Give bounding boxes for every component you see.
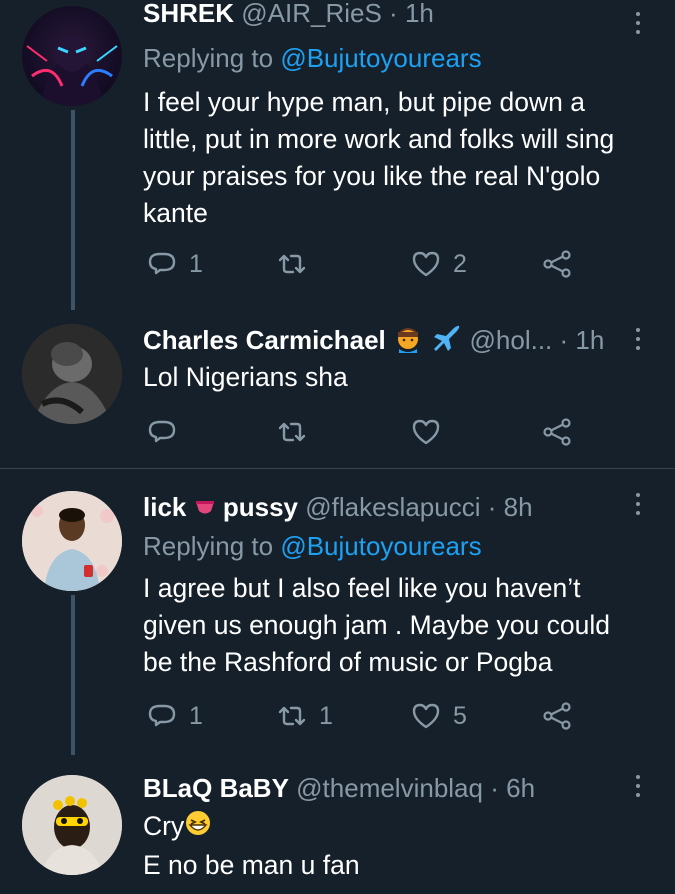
share-icon <box>543 702 571 730</box>
tweet-text-line: I agree but I also feel like you haven’t <box>143 573 581 603</box>
retweet-icon <box>278 422 306 442</box>
tweet-text-line: kante <box>143 198 208 228</box>
display-name-part2[interactable]: pussy <box>223 492 298 522</box>
tweet-text-line: Lol Nigerians sha <box>143 362 348 392</box>
separator-dot: · <box>487 492 497 522</box>
tweet-text-line: I feel your hype man, but pipe down a <box>143 87 585 117</box>
user-handle[interactable]: @AIR_RieS <box>241 0 382 28</box>
tweet-text-line: Cry <box>143 808 663 847</box>
reply-icon <box>148 252 176 275</box>
avatar-image <box>22 491 122 591</box>
heart-icon <box>412 419 440 445</box>
heart-icon <box>412 251 440 277</box>
underwear-emoji-icon <box>194 491 216 527</box>
tweet-text: Cry E no be man u fan <box>143 808 663 884</box>
tweet-actions <box>0 412 675 452</box>
tweet-text-line: your praises for you like the real N'gol… <box>143 161 601 191</box>
user-handle[interactable]: @themelvinblaq <box>296 773 483 803</box>
share-button[interactable] <box>542 244 572 284</box>
reply-icon <box>148 704 176 727</box>
tweet-text-line: little, put in more work and folks will … <box>143 124 615 154</box>
display-name[interactable]: BLaQ BaBY <box>143 773 289 803</box>
tweet-text: I agree but I also feel like you haven’t… <box>143 570 663 681</box>
tweet-actions: 1 2 <box>0 244 675 284</box>
timestamp[interactable]: 6h <box>506 773 535 803</box>
reply-button[interactable] <box>147 412 177 452</box>
like-button[interactable] <box>411 412 441 452</box>
share-icon <box>543 418 571 446</box>
avatar[interactable] <box>22 6 122 106</box>
tweet-header: lick pussy @flakeslapucci · 8h <box>143 489 533 527</box>
tweet-text-line: be the Rashford of music or Pogba <box>143 647 553 677</box>
tweet-actions: 1 1 5 <box>0 696 675 736</box>
man-emoji-icon <box>393 323 423 362</box>
avatar[interactable] <box>22 324 122 424</box>
like-count: 2 <box>453 249 467 278</box>
tweet-header: BLaQ BaBY @themelvinblaq · 6h <box>143 770 535 806</box>
replying-to-label: Replying to <box>143 43 274 73</box>
like-button[interactable]: 5 <box>411 696 467 736</box>
display-name-part1[interactable]: lick <box>143 492 186 522</box>
more-vertical-icon[interactable] <box>630 491 646 521</box>
tweet-shrek[interactable]: SHREK @AIR_RieS · 1h Replying to @Bujuto… <box>0 0 675 310</box>
tweet-text-fragment: Cry <box>143 811 185 841</box>
replying-to: Replying to @Bujutoyourears <box>143 528 482 564</box>
timestamp[interactable]: 1h <box>405 0 434 28</box>
reply-button[interactable]: 1 <box>147 244 203 284</box>
timestamp[interactable]: 1h <box>575 325 604 355</box>
share-button[interactable] <box>542 696 572 736</box>
tweet-text: Lol Nigerians sha <box>143 359 663 396</box>
share-button[interactable] <box>542 412 572 452</box>
replying-to: Replying to @Bujutoyourears <box>143 40 482 76</box>
reply-button[interactable]: 1 <box>147 696 203 736</box>
reply-count: 1 <box>189 701 203 730</box>
like-count: 5 <box>453 701 467 730</box>
avatar-image <box>26 34 118 106</box>
separator-dot: · <box>490 773 499 803</box>
tweet-charles[interactable]: Charles Carmichael @hol... · 1h Lol Nige… <box>0 308 675 468</box>
retweet-button[interactable] <box>277 244 319 284</box>
heart-icon <box>412 703 440 729</box>
more-vertical-icon[interactable] <box>630 773 646 803</box>
replying-to-label: Replying to <box>143 531 274 561</box>
retweet-button[interactable]: 1 <box>277 696 333 736</box>
airplane-emoji-icon <box>430 323 462 362</box>
tweet-header: Charles Carmichael @hol... · 1h <box>143 322 604 362</box>
tweet-text-line: given us enough jam . Maybe you could <box>143 610 610 640</box>
retweet-icon <box>278 254 306 274</box>
tweet-text-line: E no be man u fan <box>143 850 360 880</box>
share-icon <box>543 250 571 278</box>
more-vertical-icon[interactable] <box>630 10 646 40</box>
retweet-count: 1 <box>319 701 333 730</box>
tweet-flakeslapucci[interactable]: lick pussy @flakeslapucci · 8h Replying … <box>0 469 675 755</box>
tweet-text: I feel your hype man, but pipe down a li… <box>143 84 663 232</box>
display-name[interactable]: Charles Carmichael <box>143 325 386 355</box>
user-handle[interactable]: @flakeslapucci <box>305 492 480 522</box>
retweet-button[interactable] <box>277 412 307 452</box>
reply-handle-link[interactable]: @Bujutoyourears <box>280 43 481 73</box>
reply-count: 1 <box>189 249 203 278</box>
user-handle[interactable]: @hol... <box>470 325 553 355</box>
avatar-image <box>22 324 122 424</box>
tweet-themelvinblaq[interactable]: BLaQ BaBY @themelvinblaq · 6h Cry E no b… <box>0 749 675 894</box>
avatar-image <box>22 775 122 875</box>
display-name[interactable]: SHREK <box>143 0 234 28</box>
avatar[interactable] <box>22 775 122 875</box>
separator-dot: · <box>559 325 569 355</box>
reply-handle-link[interactable]: @Bujutoyourears <box>280 531 481 561</box>
tweet-header: SHREK @AIR_RieS · 1h <box>143 0 434 28</box>
separator-dot: · <box>389 0 398 28</box>
grinning-squinting-emoji-icon <box>184 809 212 847</box>
timestamp[interactable]: 8h <box>504 492 533 522</box>
reply-icon <box>148 420 176 443</box>
avatar[interactable] <box>22 491 122 591</box>
retweet-icon <box>278 706 306 726</box>
like-button[interactable]: 2 <box>411 244 467 284</box>
more-vertical-icon[interactable] <box>630 326 646 356</box>
